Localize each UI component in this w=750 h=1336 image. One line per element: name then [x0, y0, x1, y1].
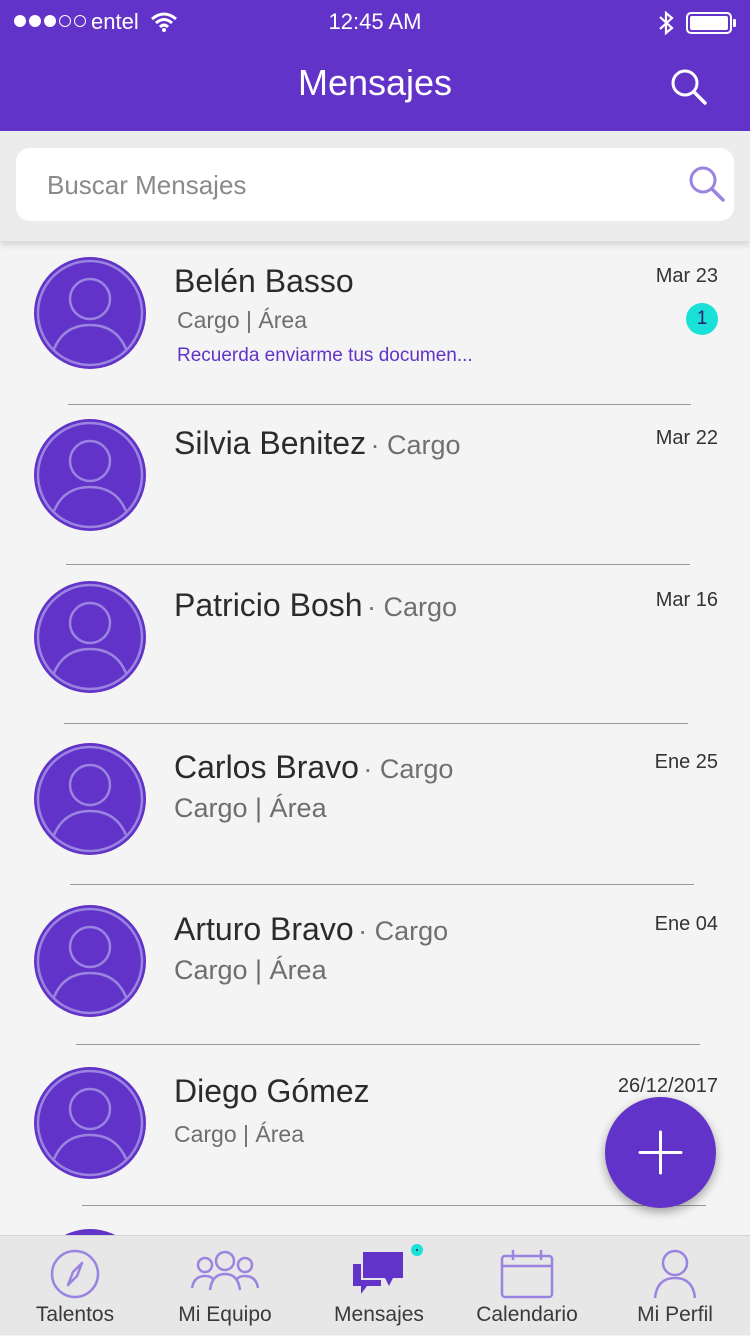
- message-row-partial[interactable]: [0, 1213, 750, 1235]
- contact-cargo: · Cargo: [363, 754, 454, 784]
- contact-name-line: Patricio Bosh · Cargo: [174, 587, 457, 624]
- tab-mensajes[interactable]: Mensajes: [304, 1236, 454, 1336]
- contact-name-line: Silvia Benitez · Cargo: [174, 425, 461, 462]
- divider: [76, 1044, 700, 1045]
- tab-mi-equipo[interactable]: Mi Equipo: [150, 1236, 300, 1336]
- bottom-tab-bar: Talentos Mi Equipo Mensajes Calendario M…: [0, 1235, 750, 1335]
- page-title: Mensajes: [297, 62, 453, 103]
- avatar: [34, 905, 146, 1017]
- message-date: Mar 16: [655, 589, 718, 611]
- search-icon[interactable]: [687, 164, 727, 204]
- tab-label: Calendario: [476, 1303, 578, 1326]
- user-icon: [36, 745, 144, 853]
- contact-name: Diego Gómez: [174, 1073, 370, 1109]
- tab-label: Talentos: [35, 1303, 115, 1326]
- contact-name: Silvia Benitez: [174, 425, 367, 461]
- tab-label: Mi Perfil: [637, 1303, 713, 1326]
- status-bar: entel 12:45 AM: [0, 0, 750, 44]
- message-row-belen-basso[interactable]: Belén Basso Cargo | Área Recuerda enviar…: [0, 241, 750, 403]
- user-icon: [36, 583, 144, 691]
- divider: [70, 884, 694, 885]
- battery-icon: [686, 12, 736, 34]
- contact-name-line: Carlos Bravo · Cargo: [174, 749, 453, 786]
- contact-cargo: · Cargo: [358, 916, 449, 946]
- bluetooth-icon: [659, 10, 674, 36]
- compass-icon: [50, 1249, 100, 1299]
- message-date: 26/12/2017: [617, 1075, 718, 1097]
- profile-icon: [653, 1249, 697, 1299]
- contact-cargo: · Cargo: [370, 430, 461, 460]
- avatar: [34, 581, 146, 693]
- unread-badge: 1: [686, 303, 718, 335]
- tab-calendario[interactable]: Calendario: [452, 1236, 602, 1336]
- search-icon[interactable]: [668, 66, 710, 108]
- team-icon: [190, 1250, 260, 1291]
- divider: [64, 723, 688, 724]
- message-row-carlos-bravo[interactable]: Carlos Bravo · Cargo Cargo | Área Ene 25: [0, 727, 750, 889]
- contact-subtitle: Cargo | Área: [174, 793, 327, 823]
- message-row-silvia-benitez[interactable]: Silvia Benitez · Cargo Mar 22: [0, 403, 750, 565]
- contact-name-line: Arturo Bravo · Cargo: [174, 911, 448, 948]
- message-row-patricio-bosh[interactable]: Patricio Bosh · Cargo Mar 16: [0, 565, 750, 727]
- tab-label: Mi Equipo: [178, 1303, 272, 1326]
- contact-name: Carlos Bravo: [174, 749, 359, 785]
- avatar: [34, 257, 146, 369]
- avatar: [34, 1067, 146, 1179]
- app-header: entel 12:45 AM Mensajes: [0, 0, 750, 131]
- message-date: Ene 25: [654, 751, 718, 773]
- divider: [82, 1205, 706, 1206]
- new-message-button[interactable]: [605, 1097, 716, 1208]
- contact-name-line: Belén Basso: [174, 263, 354, 300]
- contact-name: Arturo Bravo: [174, 911, 354, 947]
- tab-talentos[interactable]: Talentos: [0, 1236, 150, 1336]
- user-icon: [36, 421, 144, 529]
- contact-name-line: Diego Gómez: [174, 1073, 370, 1110]
- user-icon: [36, 259, 144, 367]
- search-box[interactable]: [16, 148, 734, 221]
- avatar: [34, 419, 146, 531]
- avatar: [34, 743, 146, 855]
- contact-name: Patricio Bosh: [174, 587, 363, 623]
- contact-cargo: · Cargo: [366, 592, 458, 622]
- user-icon: [36, 1069, 144, 1177]
- message-row-arturo-bravo[interactable]: Arturo Bravo · Cargo Cargo | Área Ene 04: [0, 889, 750, 1051]
- plus-icon: [638, 1130, 683, 1175]
- user-icon: [36, 907, 144, 1015]
- message-date: Mar 23: [655, 265, 718, 287]
- message-date: Ene 04: [654, 913, 718, 935]
- contact-subtitle: Cargo | Área: [177, 307, 307, 333]
- search-input[interactable]: [45, 164, 649, 206]
- message-list: Belén Basso Cargo | Área Recuerda enviar…: [0, 241, 750, 1235]
- contact-subtitle: Cargo | Área: [174, 955, 327, 985]
- notification-dot: [409, 1242, 425, 1258]
- calendar-icon: [500, 1250, 554, 1299]
- tab-label: Mensajes: [334, 1303, 424, 1326]
- message-preview: Recuerda enviarme tus documen...: [177, 345, 473, 366]
- search-bar: [0, 131, 750, 241]
- status-time: 12:45 AM: [328, 9, 422, 34]
- message-date: Mar 22: [655, 427, 718, 449]
- contact-name: Belén Basso: [174, 263, 354, 299]
- chat-icon: [353, 1252, 403, 1294]
- tab-mi-perfil[interactable]: Mi Perfil: [600, 1236, 750, 1336]
- contact-subtitle: Cargo | Área: [174, 1121, 304, 1147]
